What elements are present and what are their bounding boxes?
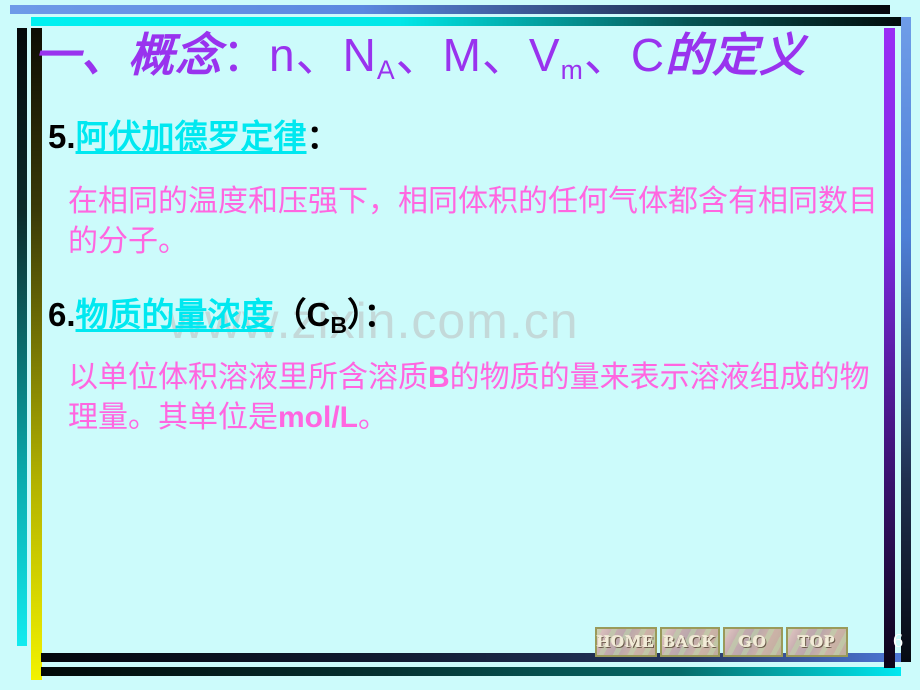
right-purple-accent-bar: [884, 28, 895, 668]
top-blue-accent-bar: [10, 5, 890, 14]
title-suffix: 的定义: [665, 28, 807, 82]
top-cyan-accent-bar: [31, 17, 907, 26]
item-6-body: 以单位体积溶液里所含溶质B的物质的量来表示溶液组成的物理量。其单位是mol/L。: [68, 358, 876, 438]
title-symbols-3: 、C: [583, 29, 666, 81]
go-button[interactable]: GO: [723, 627, 783, 657]
item-6-number: 6.: [48, 296, 76, 333]
left-olive-accent-bar: [31, 28, 42, 680]
item-6-body-part1: 以单位体积溶液里所含溶质: [68, 360, 428, 395]
item-6-body-bold1: B: [428, 361, 450, 394]
page-number: 6: [893, 630, 903, 652]
title-sub-a: A: [376, 55, 396, 85]
home-button[interactable]: HOME: [595, 627, 657, 657]
item-6-body-part3: 。: [358, 400, 388, 435]
top-button[interactable]: TOP: [786, 627, 848, 657]
item-6-formula-sub: B: [330, 311, 348, 338]
right-blue-accent-bar: [901, 17, 911, 662]
item-5-number: 5.: [48, 118, 76, 155]
item-6-formula: CB: [306, 296, 348, 338]
item-6-heading: 6.物质的量浓度（CB）：: [48, 294, 397, 339]
page-title: 一、概念：n、NA、M、Vm、C的定义: [34, 26, 870, 91]
left-teal-accent-bar: [17, 28, 27, 646]
item-5-body: 在相同的温度和压强下，相同体积的任何气体都含有相同数目的分子。: [68, 184, 878, 259]
item-5-term[interactable]: 阿伏加德罗定律: [76, 117, 307, 156]
item-6-paren-close: ）: [347, 295, 364, 334]
back-button[interactable]: BACK: [660, 627, 720, 657]
item-6-colon: ：: [363, 295, 397, 334]
slide-canvas: www.zixin.com.cn 一、概念：n、NA、M、Vm、C的定义 5.阿…: [0, 0, 920, 690]
bottom-teal-accent-bar: [41, 667, 901, 676]
item-5-colon: ：: [306, 117, 340, 156]
title-prefix: 一、概念: [34, 28, 222, 82]
item-6-body-bold2: mol/L: [278, 401, 358, 434]
title-symbols-1: n、N: [269, 29, 377, 81]
item-5-heading: 5.阿伏加德罗定律：: [48, 116, 340, 158]
item-6-formula-main: C: [306, 296, 331, 333]
navigation-bar: HOME BACK GO TOP: [595, 627, 848, 657]
item-6-term[interactable]: 物质的量浓度: [76, 295, 274, 334]
item-6-paren-open: （: [273, 295, 307, 334]
title-colon: ：: [222, 29, 269, 81]
title-sub-m: m: [560, 55, 584, 85]
title-symbols-2: 、M、V: [395, 29, 561, 81]
